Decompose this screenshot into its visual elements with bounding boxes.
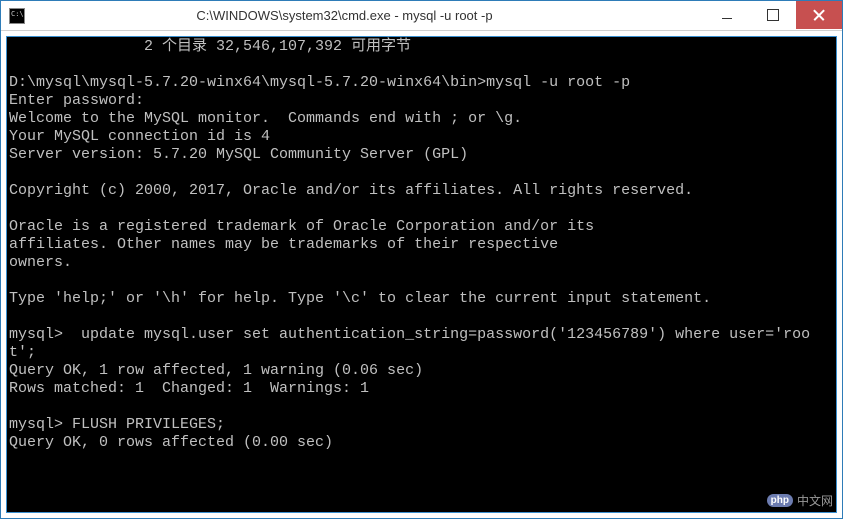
terminal-line: Copyright (c) 2000, 2017, Oracle and/or … [9,182,834,200]
terminal-line: mysql> update mysql.user set authenticat… [9,326,834,362]
terminal-line: Rows matched: 1 Changed: 1 Warnings: 1 [9,380,834,398]
terminal-line [9,308,834,326]
terminal-line: Welcome to the MySQL monitor. Commands e… [9,110,834,128]
terminal-line: Your MySQL connection id is 4 [9,128,834,146]
window-controls [704,1,842,30]
terminal-line [9,200,834,218]
terminal-line [9,164,834,182]
terminal-line: Oracle is a registered trademark of Orac… [9,218,834,236]
terminal-line: Query OK, 0 rows affected (0.00 sec) [9,434,834,452]
terminal-line: Enter password: [9,92,834,110]
maximize-button[interactable] [750,1,796,29]
terminal-line [9,56,834,74]
watermark: php 中文网 [767,492,833,509]
terminal-line: mysql> FLUSH PRIVILEGES; [9,416,834,434]
terminal-line: Type 'help;' or '\h' for help. Type '\c'… [9,290,834,308]
terminal-line: 2 个目录 32,546,107,392 可用字节 [9,38,834,56]
terminal-line: owners. [9,254,834,272]
watermark-badge: php [767,494,793,507]
terminal-line: affiliates. Other names may be trademark… [9,236,834,254]
terminal-line [9,398,834,416]
cmd-icon [9,8,25,24]
window-frame: C:\WINDOWS\system32\cmd.exe - mysql -u r… [0,0,843,519]
terminal-output[interactable]: 2 个目录 32,546,107,392 可用字节 D:\mysql\mysql… [6,36,837,513]
close-button[interactable] [796,1,842,29]
terminal-line: Query OK, 1 row affected, 1 warning (0.0… [9,362,834,380]
client-area: 2 个目录 32,546,107,392 可用字节 D:\mysql\mysql… [1,31,842,518]
terminal-line [9,272,834,290]
window-title: C:\WINDOWS\system32\cmd.exe - mysql -u r… [25,8,704,23]
terminal-line: Server version: 5.7.20 MySQL Community S… [9,146,834,164]
titlebar[interactable]: C:\WINDOWS\system32\cmd.exe - mysql -u r… [1,1,842,31]
minimize-button[interactable] [704,1,750,29]
watermark-text: 中文网 [797,492,833,509]
terminal-line: D:\mysql\mysql-5.7.20-winx64\mysql-5.7.2… [9,74,834,92]
